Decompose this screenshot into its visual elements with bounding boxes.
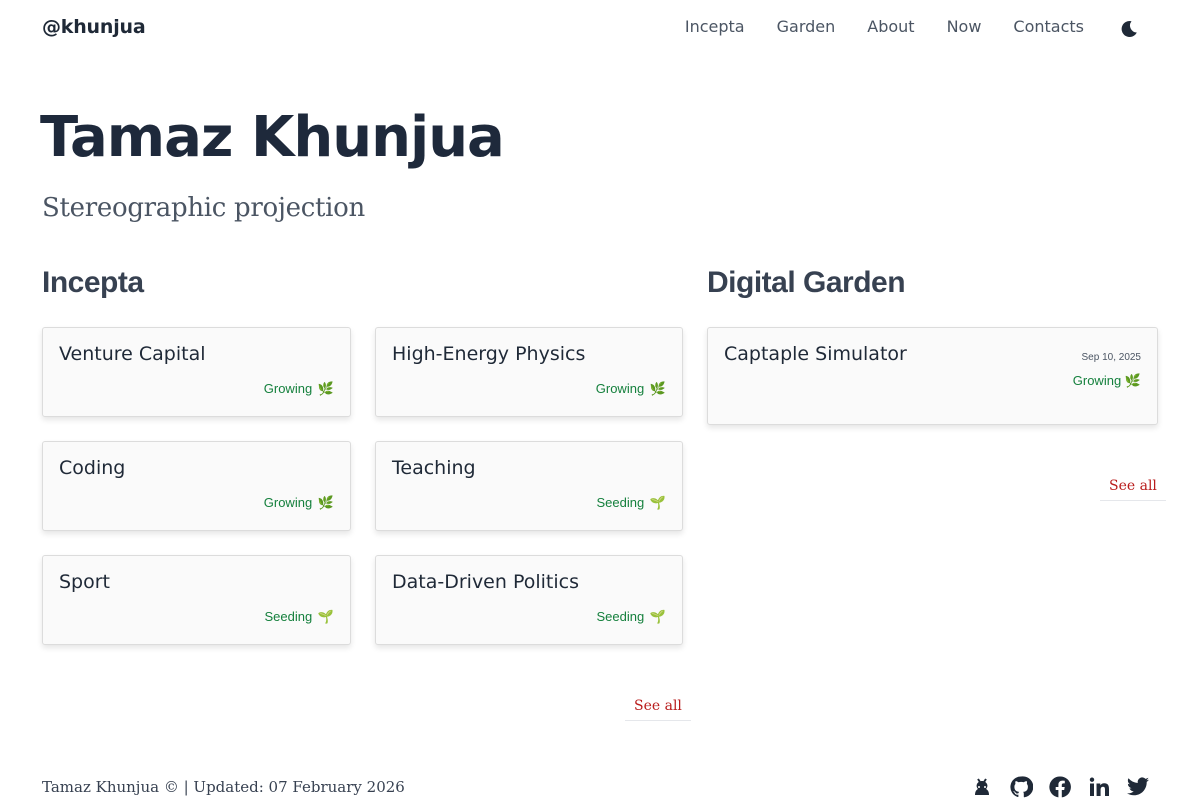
incepta-card-coding[interactable]: Coding Growing 🌿	[42, 441, 351, 531]
incepta-card-high-energy-physics[interactable]: High-Energy Physics Growing 🌿	[375, 327, 683, 417]
status-badge: Growing 🌿	[263, 381, 334, 396]
card-title: Coding	[59, 457, 126, 479]
footer-copyright: Tamaz Khunjua © | Updated: 07 February 2…	[42, 778, 405, 796]
herb-icon: 🌿	[1124, 373, 1141, 388]
site-brand-link[interactable]: @khunjua	[42, 16, 146, 38]
seedling-icon: 🌱	[649, 609, 666, 624]
status-badge: Seeding 🌱	[596, 495, 666, 510]
page-subtitle: Stereographic projection	[42, 193, 365, 223]
mastodon-icon[interactable]	[970, 775, 994, 799]
github-icon[interactable]	[1009, 775, 1034, 799]
card-date: Sep 10, 2025	[1081, 352, 1142, 363]
status-badge: Growing 🌿	[595, 381, 666, 396]
linkedin-icon[interactable]	[1087, 775, 1111, 799]
page-title: Tamaz Khunjua	[40, 105, 505, 170]
status-badge: Seeding 🌱	[264, 609, 334, 624]
status-badge: Growing 🌿	[1072, 373, 1141, 388]
moon-icon[interactable]	[1119, 19, 1139, 39]
status-badge: Seeding 🌱	[596, 609, 666, 624]
card-title: Venture Capital	[59, 343, 206, 365]
seedling-icon: 🌱	[649, 495, 666, 510]
incepta-card-teaching[interactable]: Teaching Seeding 🌱	[375, 441, 683, 531]
card-title: Teaching	[392, 457, 476, 479]
nav-item-contacts[interactable]: Contacts	[1013, 17, 1084, 36]
facebook-icon[interactable]	[1048, 775, 1072, 799]
seedling-icon: 🌱	[317, 609, 334, 624]
herb-icon: 🌿	[649, 381, 666, 396]
card-title: Data-Driven Politics	[392, 571, 579, 593]
incepta-card-sport[interactable]: Sport Seeding 🌱	[42, 555, 351, 645]
card-title: Captaple Simulator	[724, 343, 907, 365]
main-nav: Incepta Garden About Now Contacts	[685, 17, 1084, 36]
nav-item-now[interactable]: Now	[947, 17, 982, 36]
site-header: @khunjua Incepta Garden About Now Contac…	[0, 0, 1200, 56]
status-badge: Growing 🌿	[263, 495, 334, 510]
card-title: High-Energy Physics	[392, 343, 586, 365]
incepta-see-all-link[interactable]: See all	[625, 698, 691, 721]
incepta-card-data-driven-politics[interactable]: Data-Driven Politics Seeding 🌱	[375, 555, 683, 645]
nav-item-incepta[interactable]: Incepta	[685, 17, 745, 36]
card-title: Sport	[59, 571, 111, 593]
incepta-heading: Incepta	[42, 266, 144, 299]
herb-icon: 🌿	[317, 495, 334, 510]
garden-card-captaple-simulator[interactable]: Captaple Simulator Sep 10, 2025 Growing …	[707, 327, 1158, 425]
nav-item-about[interactable]: About	[867, 17, 914, 36]
garden-see-all-link[interactable]: See all	[1100, 478, 1166, 501]
nav-item-garden[interactable]: Garden	[777, 17, 836, 36]
herb-icon: 🌿	[317, 381, 334, 396]
garden-heading: Digital Garden	[707, 266, 906, 299]
incepta-card-venture-capital[interactable]: Venture Capital Growing 🌿	[42, 327, 351, 417]
twitter-icon[interactable]	[1126, 775, 1150, 799]
social-links	[970, 775, 1150, 799]
